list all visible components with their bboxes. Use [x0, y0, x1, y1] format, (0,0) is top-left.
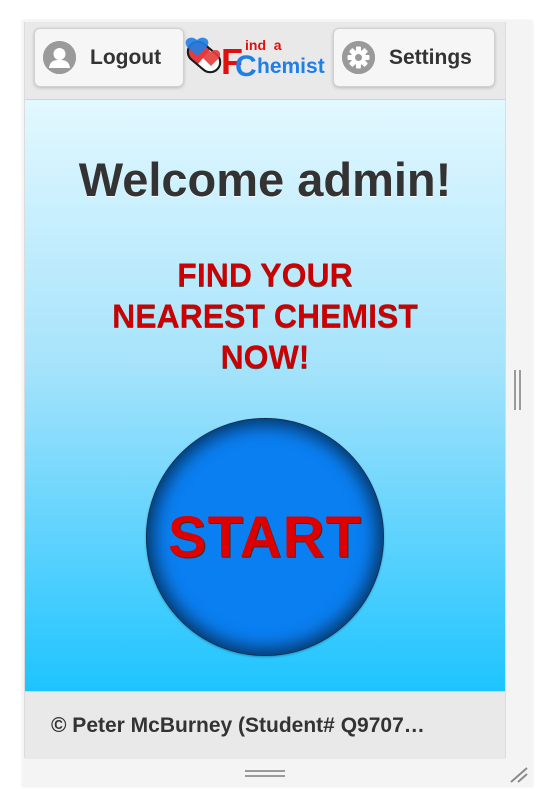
- footer-bar: © Peter McBurney (Student# Q9707…: [25, 691, 505, 759]
- settings-label: Settings: [389, 45, 472, 69]
- svg-text:ind a: ind a: [245, 37, 282, 53]
- svg-text:C: C: [235, 50, 257, 78]
- svg-text:hemist: hemist: [257, 55, 325, 78]
- tagline-line-2: NEAREST CHEMIST: [112, 298, 418, 334]
- user-silhouette-icon: [43, 41, 76, 74]
- start-label: START: [167, 504, 362, 570]
- header-bar: Logout F C ind a hemist Settings: [25, 22, 505, 100]
- logout-label: Logout: [90, 45, 162, 69]
- welcome-heading: Welcome admin!: [78, 153, 452, 206]
- start-button[interactable]: START: [146, 418, 384, 656]
- copyright-text: © Peter McBurney (Student# Q9707…: [51, 714, 425, 737]
- vertical-scroll-grip[interactable]: [514, 370, 522, 410]
- app-logo: F C ind a hemist: [183, 36, 331, 83]
- pill-capsule-icon: F C ind a hemist: [185, 37, 325, 83]
- horizontal-scroll-grip[interactable]: [245, 770, 285, 778]
- tagline-line-1: FIND YOUR: [177, 257, 353, 293]
- tagline: FIND YOUR NEAREST CHEMIST NOW!: [65, 255, 465, 378]
- user-icon: [43, 41, 76, 74]
- main-content: Welcome admin! FIND YOUR NEAREST CHEMIST…: [25, 100, 505, 691]
- settings-button[interactable]: Settings: [333, 28, 495, 87]
- gear-icon: [342, 41, 375, 74]
- resize-handle-icon[interactable]: [507, 764, 529, 784]
- logout-button[interactable]: Logout: [34, 28, 184, 87]
- app-page: Logout F C ind a hemist Settings Welcome…: [24, 22, 506, 759]
- tagline-line-3: NOW!: [220, 339, 310, 375]
